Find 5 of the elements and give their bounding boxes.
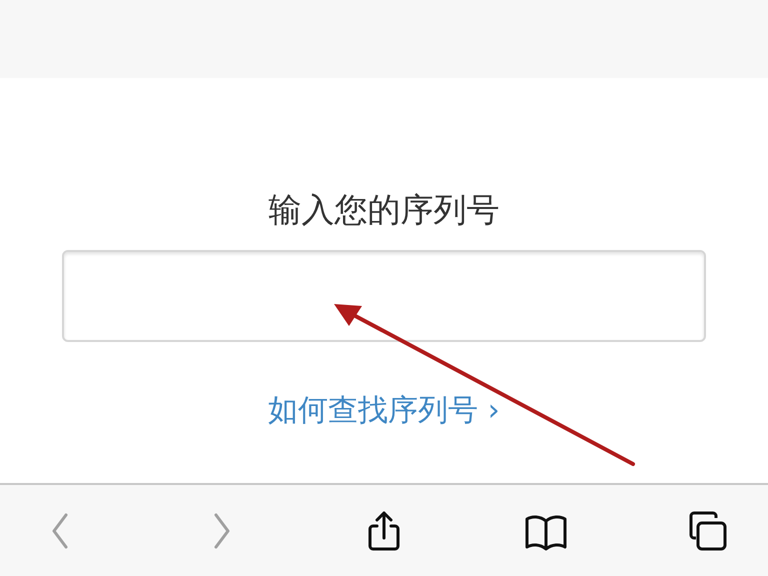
serial-input-field[interactable]	[62, 250, 706, 342]
forward-icon	[214, 512, 230, 548]
back-icon	[52, 512, 68, 548]
help-link[interactable]: 如何查找序列号 ›	[268, 392, 500, 430]
heading: 输入您的序列号	[268, 190, 500, 230]
